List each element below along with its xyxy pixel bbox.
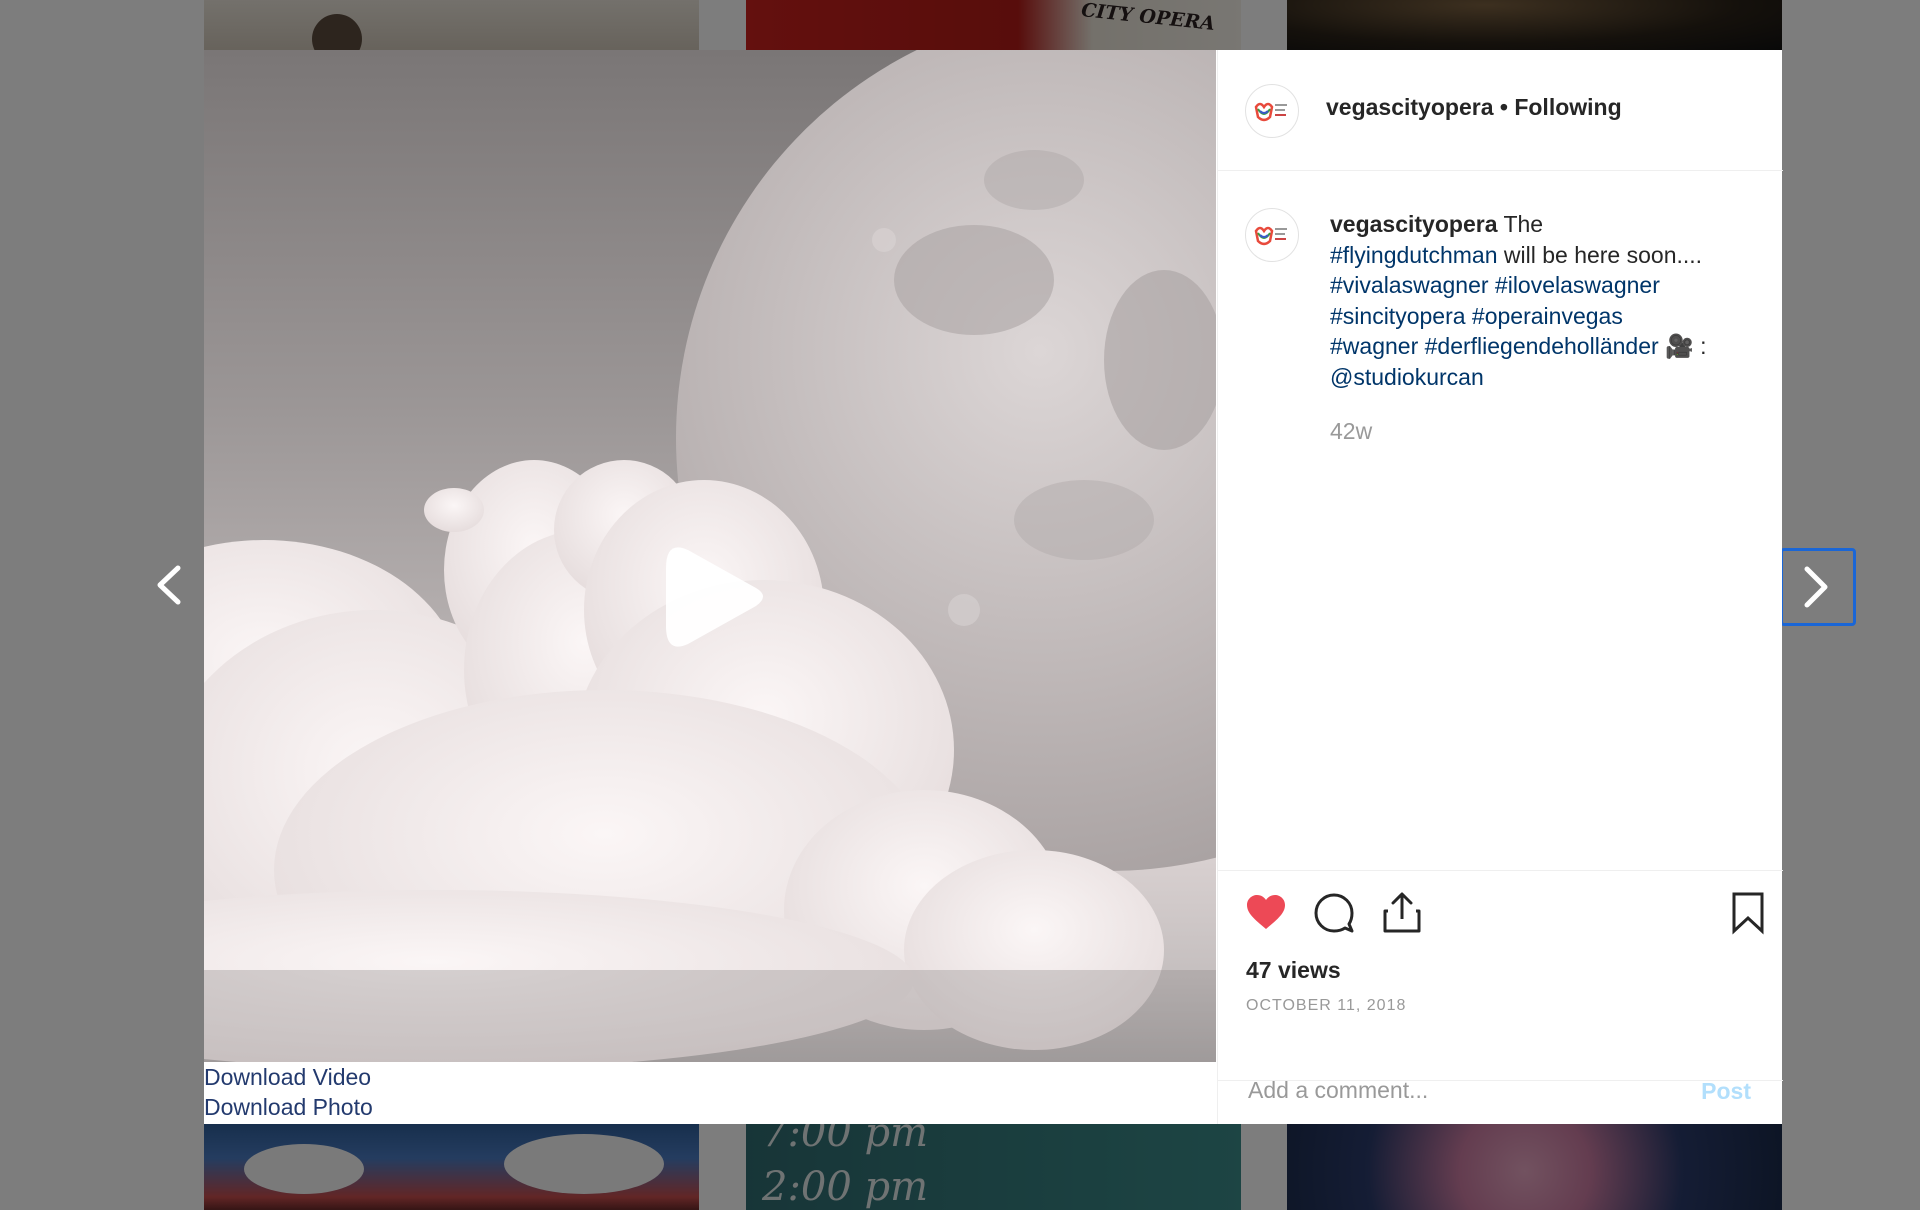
hashtag-link[interactable]: #operainvegas — [1472, 303, 1623, 329]
mention-link[interactable]: @studiokurcan — [1330, 364, 1484, 390]
post-caption: vegascityopera The #flyingdutchman will … — [1330, 209, 1750, 392]
comment-input[interactable] — [1246, 1069, 1670, 1111]
download-video-link[interactable]: Download Video — [204, 1062, 1216, 1092]
logo-icon — [1254, 226, 1287, 246]
time-ago[interactable]: 42w — [1330, 418, 1372, 445]
chevron-left-icon — [157, 565, 181, 605]
chevron-right-icon — [1804, 566, 1828, 608]
video-player[interactable] — [204, 50, 1216, 1062]
caption-text: will be here soon.... — [1497, 241, 1703, 268]
view-count[interactable]: 47 views — [1246, 957, 1341, 984]
post-comment-button[interactable]: Post — [1695, 1077, 1757, 1106]
logo-icon — [1254, 102, 1287, 122]
hashtag-link[interactable]: #wagner — [1330, 333, 1418, 359]
caption-username[interactable]: vegascityopera — [1330, 211, 1497, 237]
share-button[interactable] — [1380, 891, 1424, 935]
hashtag-link[interactable]: #sincityopera — [1330, 303, 1466, 329]
separator-dot: • — [1499, 94, 1508, 120]
post-header: vegascityopera • Following — [1218, 50, 1783, 171]
hashtag-link[interactable]: #vivalaswagner — [1330, 272, 1489, 298]
following-button[interactable]: Following — [1514, 94, 1621, 120]
comment-button[interactable] — [1312, 891, 1356, 935]
caption-text: The — [1497, 211, 1544, 237]
header-user: vegascityopera • Following — [1326, 94, 1622, 121]
bookmark-icon — [1732, 892, 1764, 935]
like-button[interactable] — [1244, 891, 1288, 935]
post-sidebar: vegascityopera • Following vegascityoper… — [1217, 50, 1783, 1124]
hashtag-link[interactable]: #derfliegendeholländer — [1425, 333, 1659, 359]
username-link[interactable]: vegascityopera — [1326, 94, 1493, 120]
post-date: OCTOBER 11, 2018 — [1246, 997, 1407, 1014]
caption-avatar[interactable] — [1245, 208, 1299, 262]
caption-text: : — [1693, 333, 1707, 359]
camera-emoji: 🎥 — [1665, 333, 1694, 359]
save-button[interactable] — [1726, 891, 1770, 935]
previous-post-button[interactable] — [140, 550, 200, 620]
post-actions: 47 views OCTOBER 11, 2018 — [1218, 870, 1783, 1075]
comment-form: Post — [1218, 1069, 1783, 1125]
avatar[interactable] — [1245, 84, 1299, 138]
share-icon — [1383, 892, 1421, 933]
post-modal: Download Video Download Photo vegascityo… — [204, 50, 1783, 1124]
hashtag-link[interactable]: #flyingdutchman — [1330, 242, 1498, 268]
hashtag-link[interactable]: #ilovelaswagner — [1495, 272, 1660, 298]
next-post-button[interactable] — [1780, 548, 1856, 626]
download-links: Download Video Download Photo — [204, 1062, 1216, 1122]
comment-icon — [1314, 893, 1354, 933]
download-photo-link[interactable]: Download Photo — [204, 1092, 1216, 1122]
video-frame — [204, 50, 1216, 1062]
heart-icon — [1247, 895, 1285, 929]
